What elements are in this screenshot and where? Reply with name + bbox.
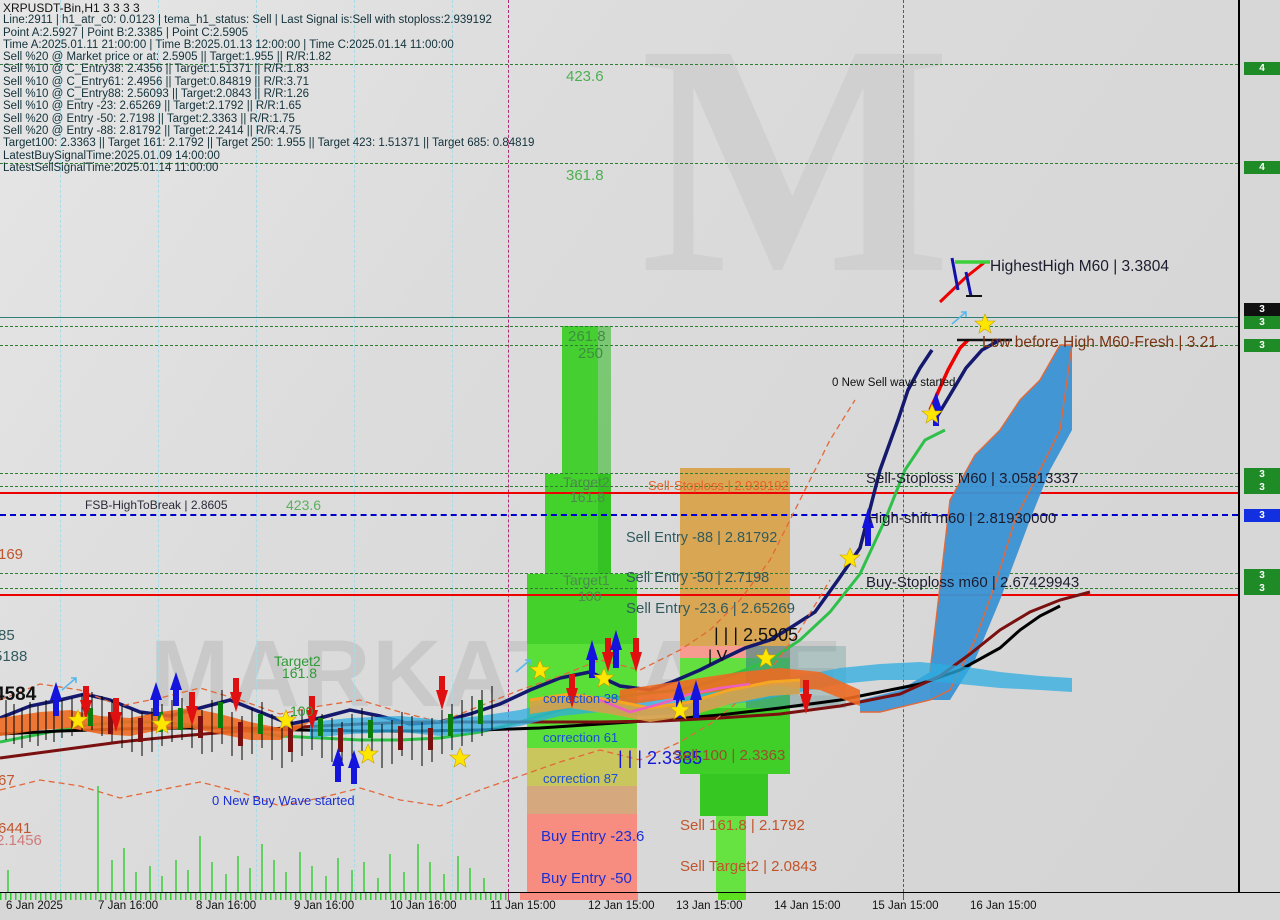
chart-window: M MARKATRADE XRPUSDT-Bin,H1 3 3 3 3 Line… bbox=[0, 0, 1280, 920]
symbol-title: XRPUSDT-Bin,H1 3 3 3 3 bbox=[3, 1, 140, 15]
clipped-label-4584: 4584 bbox=[0, 684, 37, 705]
clipped-label-85: 85 bbox=[0, 627, 15, 644]
price-badge: 3 bbox=[1244, 316, 1280, 329]
chart-canvas[interactable]: M MARKATRADE XRPUSDT-Bin,H1 3 3 3 3 Line… bbox=[0, 0, 1238, 892]
annotation-highest-high: HighestHigh M60 | 3.3804 bbox=[990, 258, 1169, 275]
info-line: Sell %20 @ Market price or at: 2.5905 ||… bbox=[3, 51, 332, 64]
annotation-point-c-sub: | V bbox=[708, 648, 728, 665]
time-tick-green2 bbox=[718, 893, 746, 900]
info-line: Point A:2.5927 | Point B:2.3385 | Point … bbox=[3, 26, 249, 39]
info-line: Target100: 2.3363 || Target 161: 2.1792 … bbox=[3, 137, 535, 150]
annotation-new-buy-wave: 0 New Buy Wave started bbox=[212, 793, 355, 808]
annotation-buy-entry-236: Buy Entry -23.6 bbox=[541, 828, 645, 845]
fib-label-lower-161-8: 161.8 bbox=[282, 665, 318, 681]
annotation-low-before-high: Low before High M60-Fresh | 3.21 bbox=[982, 334, 1217, 351]
info-line: Sell %20 @ Entry -88: 2.81792 || Target:… bbox=[3, 124, 302, 137]
annotation-buy-stoploss-m60: Buy-Stoploss m60 | 2.67429943 bbox=[866, 574, 1080, 591]
time-label: 10 Jan 16:00 bbox=[390, 900, 457, 912]
info-line: Line:2911 | h1_atr_c0: 0.0123 | tema_h1_… bbox=[3, 14, 492, 27]
clipped-label-169: 169 bbox=[0, 546, 24, 563]
time-tick-green bbox=[0, 893, 508, 900]
annotation-correction-87: correction 87 bbox=[543, 771, 619, 786]
annotation-correction-38: correction 38 bbox=[543, 691, 619, 706]
annotation-sell-stoploss-m60: Sell-Stoploss M60 | 3.05813337 bbox=[866, 470, 1079, 487]
time-axis[interactable]: 6 Jan 2025 7 Jan 16:00 8 Jan 16:00 9 Jan… bbox=[0, 892, 1280, 920]
price-badge: 4 bbox=[1244, 62, 1280, 75]
annotation-sell-161-8: Sell 161.8 | 2.1792 bbox=[680, 817, 805, 834]
time-tick-strip bbox=[0, 893, 1280, 900]
price-badge: 3 bbox=[1244, 582, 1280, 595]
clipped-label-67: 67 bbox=[0, 772, 15, 789]
time-label: 11 Jan 15:00 bbox=[490, 900, 556, 912]
info-line: Sell %20 @ Entry -50: 2.7198 || Target:2… bbox=[3, 112, 295, 125]
clipped-label-5188: 5188 bbox=[0, 648, 28, 665]
annotation-sell-target2: Sell Target2 | 2.0843 bbox=[680, 858, 818, 875]
time-tick-magenta2 bbox=[903, 893, 904, 900]
annotation-buy-entry-50: Buy Entry -50 bbox=[541, 870, 632, 887]
info-line: LatestBuySignalTime:2025.01.09 14:00:00 bbox=[3, 149, 220, 162]
fib-label-lower-100: 100 bbox=[290, 703, 314, 719]
time-label: 14 Jan 15:00 bbox=[774, 900, 841, 912]
clipped-label-2-1456: 2.1456 bbox=[0, 832, 42, 849]
annotation-point-c: | | | 2.5905 bbox=[714, 625, 799, 645]
time-tick-red bbox=[520, 893, 638, 900]
time-tick-magenta bbox=[508, 893, 509, 900]
price-badge: 4 bbox=[1244, 161, 1280, 174]
fib-label-target2: Target2 bbox=[563, 474, 610, 490]
fib-label-100: 100 bbox=[578, 588, 602, 604]
annotation-high-shift-m60: High-shift m60 | 2.81930000 bbox=[868, 510, 1057, 527]
price-scale[interactable]: 4 4 3 3 3 3 3 3 3 3 bbox=[1238, 0, 1280, 892]
info-line: Sell %10 @ C_Entry61: 2.4956 || Target:0… bbox=[3, 75, 309, 88]
annotation-sell-entry-236: Sell Entry -23.6 | 2.65269 bbox=[626, 600, 795, 617]
time-label: 8 Jan 16:00 bbox=[196, 900, 257, 912]
info-line: Time A:2025.01.11 21:00:00 | Time B:2025… bbox=[3, 38, 454, 51]
time-label: 12 Jan 15:00 bbox=[588, 900, 655, 912]
chart-info-panel: XRPUSDT-Bin,H1 3 3 3 3 Line:2911 | h1_at… bbox=[3, 2, 673, 174]
fib-label-261-8: 261.8 bbox=[568, 328, 606, 345]
price-badge: 3 bbox=[1244, 303, 1280, 316]
annotation-sell-entry-50: Sell Entry -50 | 2.7198 bbox=[626, 570, 770, 586]
annotation-fsb-high-to-break: FSB-HighToBreak | 2.8605 bbox=[85, 498, 228, 512]
price-badge: 3 bbox=[1244, 569, 1280, 582]
time-label: 9 Jan 16:00 bbox=[294, 900, 355, 912]
annotation-correction-61: correction 61 bbox=[543, 730, 619, 745]
annotation-sell-100: Sell 100 | 2.3363 bbox=[673, 747, 786, 764]
time-label: 7 Jan 16:00 bbox=[98, 900, 159, 912]
time-label: 15 Jan 15:00 bbox=[872, 900, 939, 912]
annotation-new-sell-wave: 0 New Sell wave started bbox=[832, 377, 956, 389]
annotation-sell-entry-88: Sell Entry -88 | 2.81792 bbox=[626, 530, 778, 546]
info-line: LatestSellSignalTime:2025.01.14 11:00:00 bbox=[3, 161, 219, 174]
fib-label-161-8: 161.8 bbox=[570, 489, 606, 505]
info-line: Sell %10 @ C_Entry88: 2.56093 || Target:… bbox=[3, 88, 309, 101]
info-line: Sell %10 @ Entry -23: 2.65269 || Target:… bbox=[3, 100, 302, 113]
price-badge: 3 bbox=[1244, 481, 1280, 494]
time-label: 6 Jan 2025 bbox=[6, 900, 63, 912]
price-badge: 3 bbox=[1244, 509, 1280, 522]
time-label: 16 Jan 15:00 bbox=[970, 900, 1037, 912]
time-label: 13 Jan 15:00 bbox=[676, 900, 743, 912]
annotation-fsb-423-6: 423.6 bbox=[286, 497, 322, 513]
price-badge: 3 bbox=[1244, 339, 1280, 352]
price-badge: 3 bbox=[1244, 468, 1280, 481]
info-line: Sell %10 @ C_Entry38: 2.4356 || Target:1… bbox=[3, 63, 309, 76]
fib-label-target1: Target1 bbox=[563, 572, 610, 588]
annotation-sell-stoploss: Sell-Stoploss | 2.939192 bbox=[648, 478, 789, 493]
fib-label-250: 250 bbox=[578, 345, 604, 362]
